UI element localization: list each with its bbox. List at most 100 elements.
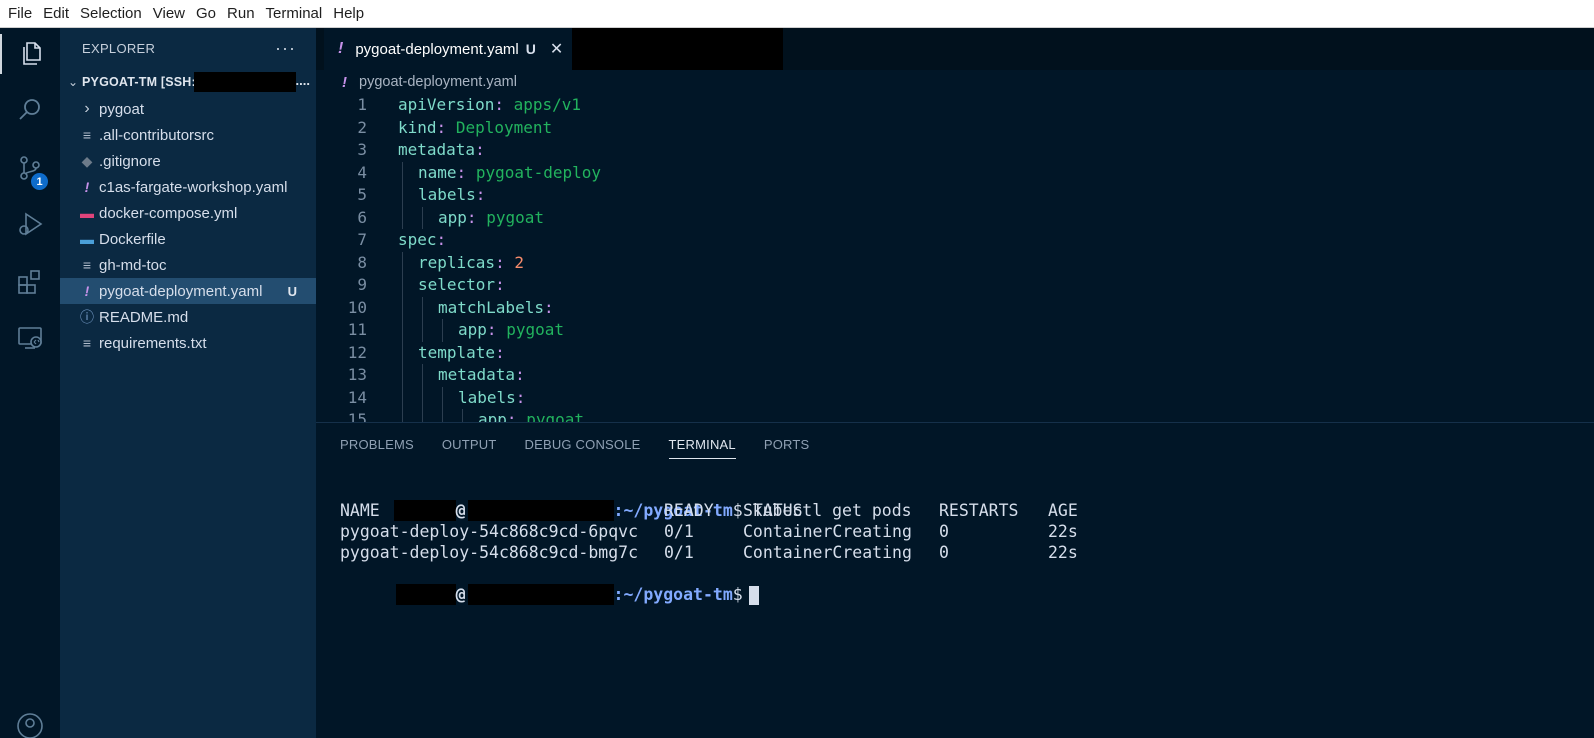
tree-item-label: .gitignore (99, 152, 161, 170)
line-number: 14 (347, 387, 367, 407)
pod-age: 22s (1048, 522, 1078, 541)
extensions-icon[interactable] (0, 256, 60, 308)
code-content: apiVersion: apps/v1 (398, 94, 581, 117)
yaml-colon: : (495, 275, 505, 294)
code-content: metadata: (438, 364, 525, 387)
info-icon: ⓘ (80, 309, 94, 325)
indent-guide (422, 206, 423, 229)
tree-item-docker-compose[interactable]: ▬ docker-compose.yml (60, 200, 316, 226)
tree-item-all-contributorsrc[interactable]: ≡ .all-contributorsrc (60, 122, 316, 148)
yaml-key: spec (398, 230, 437, 249)
tree-item-label: pygoat (99, 100, 145, 118)
menu-go[interactable]: Go (192, 0, 220, 28)
search-icon[interactable] (0, 84, 60, 136)
line-number: 12 (347, 342, 367, 362)
menu-terminal[interactable]: Terminal (262, 0, 327, 28)
remote-explorer-icon[interactable] (0, 312, 60, 364)
run-debug-icon[interactable] (0, 198, 60, 250)
tab-output[interactable]: OUTPUT (442, 423, 497, 467)
yaml-value: pygoat (506, 320, 564, 339)
yaml-key: selector (418, 275, 496, 294)
yaml-colon: : (495, 342, 505, 362)
menu-view[interactable]: View (149, 0, 189, 28)
yaml-value: 2 (514, 252, 524, 272)
tab-debug-console[interactable]: DEBUG CONSOLE (525, 423, 641, 467)
tree-item-readme[interactable]: ⓘ README.md (60, 304, 316, 330)
tree-item-label: requirements.txt (99, 334, 207, 352)
tree-item-label: pygoat-deployment.yaml (99, 282, 263, 300)
yaml-value: pygoat (526, 410, 584, 422)
git-diamond-icon: ◆ (81, 152, 93, 169)
yaml-value: apps/v1 (513, 95, 582, 114)
yaml-key: name (418, 162, 457, 182)
tree-item-label: Dockerfile (99, 230, 166, 248)
header-name: NAME (340, 501, 380, 520)
yaml-key: kind (398, 117, 437, 137)
close-icon[interactable]: ✕ (550, 39, 563, 59)
tree-item-requirements[interactable]: ≡ requirements.txt (60, 330, 316, 356)
yaml-colon: : (436, 117, 447, 137)
indent-guide (422, 409, 423, 422)
code-content: template: (418, 342, 505, 365)
tree-item-pygoat-deployment[interactable]: ! pygoat-deployment.yaml U (60, 278, 316, 304)
editor: ! pygoat-deployment.yaml U ✕ ! pygoat-de… (316, 28, 1594, 422)
tree-item-dockerfile[interactable]: ▬ Dockerfile (60, 226, 316, 252)
yaml-colon: : (515, 365, 525, 384)
yaml-warning-icon: ! (84, 283, 90, 299)
line-number: 8 (357, 252, 367, 272)
explorer-header: EXPLORER ··· (60, 28, 316, 68)
workspace-folder[interactable]: ⌄ PYGOAT-TM [SSH: .... (60, 68, 316, 96)
terminal-header-row: NAME READY STATUS RESTARTS AGE (340, 500, 1120, 521)
source-control-badge: 1 (30, 172, 49, 191)
activity-bar: 1 (0, 28, 60, 738)
tree-item-gh-md-toc[interactable]: ≡ gh-md-toc (60, 252, 316, 278)
tree-item-pygoat[interactable]: › pygoat (60, 96, 316, 122)
code-line: 4 name: pygoat-deploy (316, 161, 1594, 184)
menu-selection[interactable]: Selection (76, 0, 146, 28)
line-number: 4 (357, 162, 367, 182)
breadcrumb-file[interactable]: pygoat-deployment.yaml (359, 74, 517, 90)
account-icon[interactable] (0, 700, 60, 738)
pod-ready: 0/1 (664, 543, 694, 562)
explorer-icon[interactable] (0, 28, 60, 80)
code-content: replicas: 2 (418, 252, 524, 275)
docker-whale-icon: ▬ (80, 205, 94, 221)
panel-tabs: PROBLEMS OUTPUT DEBUG CONSOLE TERMINAL P… (316, 423, 1594, 467)
pod-name: pygoat-deploy-54c868c9cd-6pqvc (340, 522, 639, 541)
yaml-colon: : (543, 297, 554, 317)
source-control-icon[interactable]: 1 (0, 142, 60, 194)
tab-ports[interactable]: PORTS (764, 423, 810, 467)
redacted-block (467, 584, 614, 605)
code-line: 12 template: (316, 341, 1594, 365)
indent-guide (402, 251, 403, 274)
pod-restarts: 0 (939, 543, 949, 562)
lines-icon: ≡ (82, 257, 92, 273)
chevron-down-icon: ⌄ (67, 75, 79, 89)
menu-edit[interactable]: Edit (39, 0, 73, 28)
tree-item-c1as-fargate-workshop[interactable]: ! c1as-fargate-workshop.yaml (60, 174, 316, 200)
code-content: selector: (418, 274, 505, 297)
tab-status: U (525, 41, 536, 57)
line-number: 1 (357, 95, 367, 114)
code-line: 10 matchLabels: (316, 296, 1594, 319)
indent-guide (402, 206, 403, 229)
code-line: 6 app: pygoat (316, 206, 1594, 229)
menu-run[interactable]: Run (223, 0, 259, 28)
tab-terminal[interactable]: TERMINAL (668, 423, 737, 467)
code-content: labels: (458, 387, 525, 410)
tab-pygoat-deployment[interactable]: ! pygoat-deployment.yaml U ✕ (324, 28, 572, 70)
line-number: 11 (347, 320, 367, 339)
code-area[interactable]: 1 apiVersion: apps/v1 2 kind: Deployment 3 me… (316, 94, 1594, 422)
pod-status: ContainerCreating (743, 543, 912, 562)
more-actions-icon[interactable]: ··· (275, 39, 296, 57)
yaml-key: template (418, 342, 496, 362)
indent-guide (422, 319, 423, 342)
prompt-at: @ (455, 585, 466, 604)
terminal[interactable]: @:~/pygoat-tm$ kubectl get pods NAME REA… (340, 479, 1120, 605)
tab-problems[interactable]: PROBLEMS (340, 423, 414, 467)
menu-file[interactable]: File (4, 0, 36, 28)
tree-item-gitignore[interactable]: ◆ .gitignore (60, 148, 316, 174)
yaml-value: Deployment (455, 117, 553, 137)
yaml-colon: : (494, 95, 504, 114)
menu-help[interactable]: Help (329, 0, 368, 28)
